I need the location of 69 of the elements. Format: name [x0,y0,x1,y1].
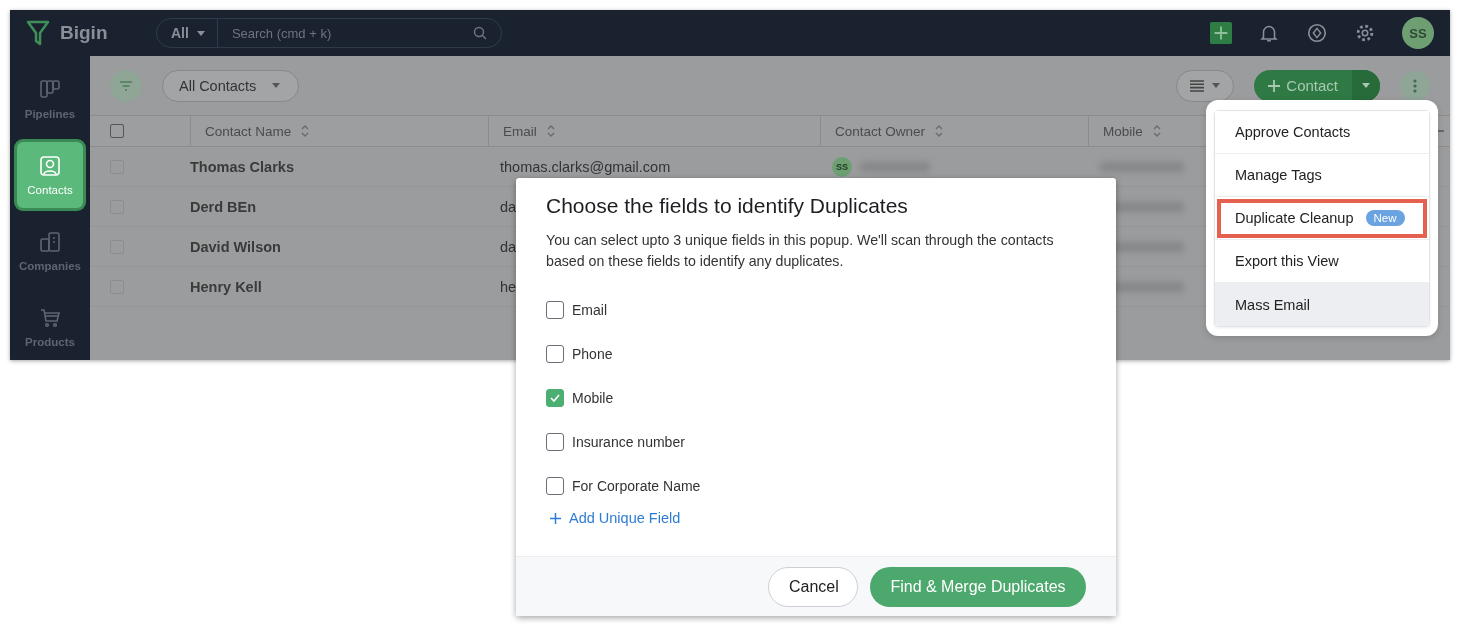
sort-icon[interactable] [301,125,310,137]
logo-icon [26,20,50,46]
caret-icon [1362,83,1370,88]
add-contact-button[interactable]: Contact [1254,69,1380,102]
check-icon [550,394,560,402]
list-icon [1190,79,1205,92]
sidebar-item[interactable]: Products [17,294,83,360]
checkbox-label[interactable]: Mobile [572,390,614,406]
sort-icon[interactable] [1152,125,1161,137]
add-field-link[interactable]: Add Unique Field [550,510,681,526]
email-text: he [500,278,517,295]
checkbox-label[interactable]: Email [572,302,607,318]
email-text: da [500,238,517,255]
contact-name[interactable]: David Wilson [190,238,281,255]
menu-item[interactable]: Export this View [1215,240,1429,283]
coin-icon[interactable] [1306,22,1328,44]
scope-dropdown[interactable]: All [157,19,218,47]
sidebar-item[interactable]: Companies [17,218,83,284]
plus-icon [550,512,561,524]
dialog-description: You can select upto 3 unique fields in this popup. We'll scan through the contacts based on these fields to identify any duplicates. [546,231,1055,271]
menu-item[interactable]: Duplicate Cleanup New [1215,197,1429,240]
sidebar-item[interactable]: Contacts [17,142,83,208]
cart-icon [38,306,62,330]
select-all-checkbox[interactable] [110,124,124,138]
column-header[interactable]: Email [503,123,537,139]
column-header[interactable]: Contact Name [205,123,292,139]
buildings-icon [38,230,62,254]
checkbox-label[interactable]: For Corporate Name [572,478,701,494]
search-icon[interactable] [473,26,487,40]
filter-icon [119,79,133,92]
menu-item[interactable]: Manage Tags [1215,154,1429,197]
view-dropdown[interactable]: All Contacts [162,69,300,102]
checkbox[interactable] [546,477,564,495]
column-header[interactable]: Contact Owner [835,123,926,139]
find-merge-button[interactable]: Find & Merge Duplicates [870,566,1086,607]
contact-card-icon [38,154,62,178]
cancel-button[interactable]: Cancel [768,566,858,607]
sort-icon[interactable] [546,125,555,137]
contact-name[interactable]: Henry Kell [190,278,262,295]
menu-item[interactable]: Mass Email [1215,283,1429,326]
checkbox-label[interactable]: Insurance number [572,434,685,450]
owner-avatar: SS [832,156,852,177]
caret-icon [272,83,281,88]
checkbox[interactable] [546,433,564,451]
column-header[interactable]: Mobile [1103,123,1143,139]
user-avatar[interactable]: SS [1402,17,1434,49]
checkbox[interactable] [546,389,564,407]
checkbox[interactable] [546,301,564,319]
email-text: thomas.clarks@gmail.com [500,158,671,175]
caret-icon [196,30,205,36]
checkbox[interactable] [546,345,564,363]
dialog-title: Choose the fields to identify Duplicates [546,194,909,218]
kebab-icon [1413,78,1417,93]
menu-item[interactable]: Approve Contacts [1215,111,1429,154]
sort-icon[interactable] [935,125,944,137]
list-view-dropdown[interactable] [1176,69,1235,102]
more-button[interactable] [1400,70,1430,101]
checkbox-label[interactable]: Phone [572,346,613,362]
plus-icon [1268,79,1281,92]
sidebar-item[interactable]: Pipelines [17,66,83,132]
settings-icon[interactable] [1354,22,1376,44]
new-badge: New [1365,210,1405,226]
filter-button[interactable] [110,69,142,102]
contact-name[interactable]: Derd BEn [190,198,257,215]
contact-name[interactable]: Thomas Clarks [190,158,294,175]
app-name: Bigin [60,22,108,44]
add-icon[interactable] [1210,22,1232,44]
email-text: da [500,198,517,215]
caret-icon [1212,83,1221,88]
